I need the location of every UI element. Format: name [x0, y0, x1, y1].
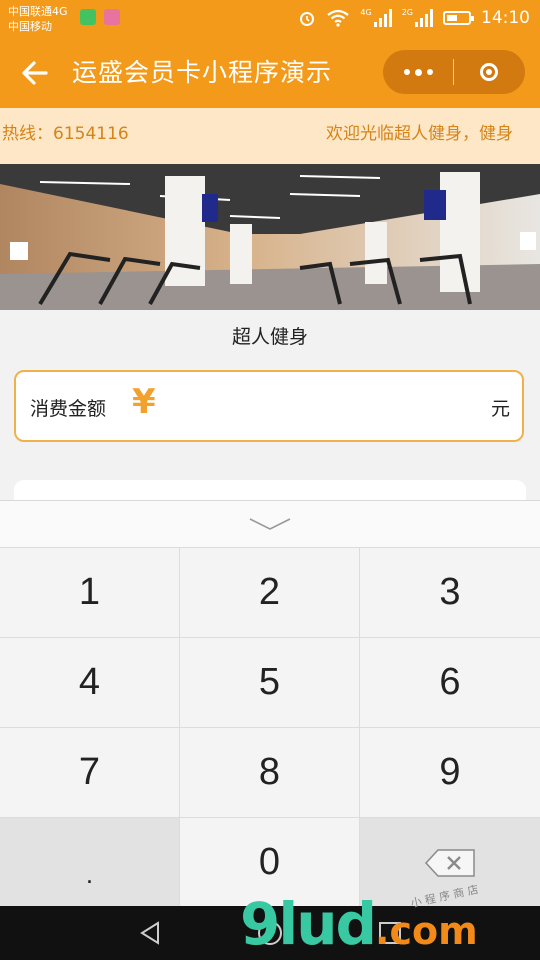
key-1[interactable]: 1 [0, 547, 180, 637]
key-4[interactable]: 4 [0, 637, 180, 727]
signal-2-icon [415, 9, 433, 27]
watermark-brand: 9lud [240, 890, 377, 958]
status-bar: 中国联通4G 中国移动 4G 2G 14:10 [0, 0, 540, 38]
key-decimal[interactable]: . [0, 817, 180, 907]
signal-1-icon [373, 9, 392, 27]
amount-field[interactable]: 消费金额 ¥ 元 [14, 370, 524, 442]
key-8[interactable]: 8 [180, 727, 360, 817]
carrier-2: 中国移动 [8, 20, 52, 33]
store-name: 超人健身 [231, 326, 308, 348]
amount-unit: 元 [490, 398, 510, 420]
nav-back-icon[interactable] [136, 919, 164, 947]
system-status: 4G 2G 14:10 [298, 8, 530, 28]
key-3[interactable]: 3 [360, 547, 540, 637]
hotline-text: 热线：6154116 [2, 124, 129, 144]
carrier-1: 中国联通4G [8, 5, 68, 18]
key-6[interactable]: 6 [360, 637, 540, 727]
key-2[interactable]: 2 [180, 547, 360, 637]
number-keypad: 1 2 3 4 5 6 7 8 9 . 0 [0, 500, 540, 907]
key-5[interactable]: 5 [180, 637, 360, 727]
alarm-icon [300, 12, 315, 26]
navigation-bar: 运盛会员卡小程序演示 [0, 38, 540, 108]
wifi-icon [327, 9, 350, 27]
miniprogram-capsule [383, 50, 525, 94]
amount-input[interactable] [176, 388, 480, 426]
more-dots-icon[interactable] [383, 50, 453, 94]
key-9[interactable]: 9 [360, 727, 540, 817]
network-type-1: 4G [360, 7, 372, 17]
gallery-app-icon [104, 9, 120, 25]
clock: 14:10 [481, 8, 530, 28]
keypad-grid: 1 2 3 4 5 6 7 8 9 . 0 [0, 547, 540, 907]
gym-banner-image [0, 164, 540, 310]
welcome-marquee: 欢迎光临超人健身，健身 [326, 124, 513, 144]
carrier-info: 中国联通4G 中国移动 [8, 4, 68, 34]
backspace-icon [424, 848, 475, 877]
yen-icon: ¥ [132, 382, 156, 422]
battery-icon [443, 11, 474, 25]
page-title: 运盛会员卡小程序演示 [72, 58, 333, 87]
network-type-2: 2G [401, 7, 413, 17]
watermark-suffix: .com [375, 909, 478, 953]
chevron-down-icon[interactable] [246, 515, 294, 533]
amount-label: 消费金额 [30, 398, 107, 420]
notification-icons [80, 9, 120, 25]
health-app-icon [80, 9, 96, 25]
target-circle-icon[interactable] [454, 50, 524, 94]
key-7[interactable]: 7 [0, 727, 180, 817]
announcement-bar: 热线：6154116 欢迎光临超人健身，健身 [0, 108, 540, 164]
arrow-left-icon[interactable] [18, 56, 52, 90]
